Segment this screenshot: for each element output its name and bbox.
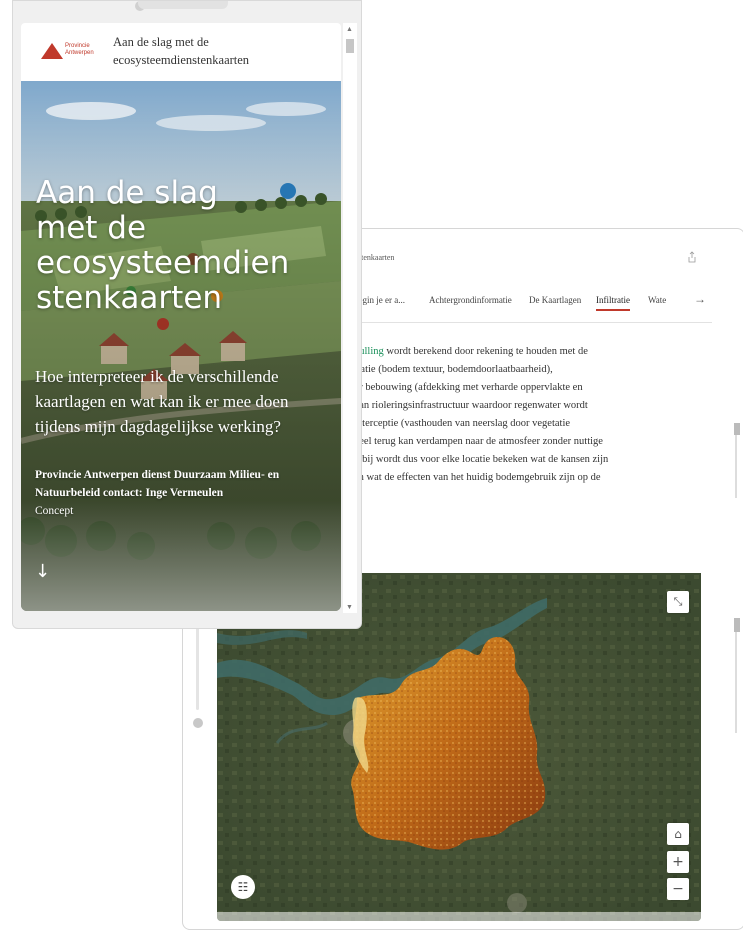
story-header-mobile: Provincie Antwerpen Aan de slag met de e… xyxy=(21,23,341,81)
story-window-mobile: Provincie Antwerpen Aan de slag met de e… xyxy=(12,0,362,629)
story-text-body: vulling wordt berekend door rekening te … xyxy=(352,323,707,568)
logo-text: Provincie Antwerpen xyxy=(65,43,94,56)
share-icon[interactable] xyxy=(687,251,697,263)
mobile-scrollbar-thumb[interactable] xyxy=(346,39,354,53)
body-line: en wat de effecten van het huidig bodemg… xyxy=(354,472,601,483)
text-scrollbar-track[interactable] xyxy=(735,428,737,498)
zoom-out-button[interactable]: − xyxy=(667,878,689,900)
map-scrollbar-track[interactable] xyxy=(735,623,737,733)
body-line: erbij wordt dus voor elke locatie bekeke… xyxy=(354,454,609,465)
cover-subtitle: Hoe interpreteer ik de verschillende kaa… xyxy=(35,367,289,436)
body-line: van rioleringsinfrastructuur waardoor re… xyxy=(354,400,588,411)
cover-title: Aan de slag met de ecosysteemdien stenka… xyxy=(36,175,290,316)
text-scrollbar-thumb[interactable] xyxy=(734,423,740,435)
tab-achtergrondinformatie[interactable]: Achtergrondinformatie xyxy=(429,295,512,305)
nav-next-arrow[interactable]: → xyxy=(694,292,706,307)
cover-concept: Concept xyxy=(35,505,74,517)
story-section-nav: begin je er a... Achtergrondinformatie D… xyxy=(352,280,712,323)
body-line: vulling wordt berekend door rekening te … xyxy=(354,346,588,357)
legend-icon[interactable]: ☷ xyxy=(231,875,255,899)
map-attribution-bar xyxy=(217,912,701,921)
cover-illustration xyxy=(21,81,341,611)
map-scrollbar-thumb[interactable] xyxy=(734,618,740,632)
tab-infiltratie[interactable]: Infiltratie xyxy=(596,295,630,311)
story-cover: Aan de slag met de ecosysteemdien stenka… xyxy=(21,81,341,611)
scroll-up-arrow[interactable]: ▲ xyxy=(346,25,353,33)
scroll-down-icon[interactable]: ↓ xyxy=(35,561,50,582)
scroll-down-arrow[interactable]: ▼ xyxy=(346,603,353,611)
mobile-scrollbar[interactable]: ▲ ▼ xyxy=(343,23,357,613)
zoom-in-button[interactable]: + xyxy=(667,851,689,873)
body-line: interceptie (vasthouden van neerslag doo… xyxy=(354,418,571,429)
provincie-antwerpen-logo xyxy=(41,43,63,59)
body-line: tratie (bodem textuur, bodemdoorlaatbaar… xyxy=(354,364,553,375)
body-line: deel terug kan verdampen naar de atmosfe… xyxy=(354,436,603,447)
expand-map-icon[interactable]: ⤡ xyxy=(667,591,689,613)
window-drag-handle[interactable] xyxy=(138,1,228,9)
body-line: or bebouwing (afdekking met verharde opp… xyxy=(354,382,583,393)
tab-water[interactable]: Wate xyxy=(648,295,666,305)
story-header: nstenkaarten xyxy=(352,238,707,281)
home-icon[interactable]: ⌂ xyxy=(667,823,689,845)
tab-de-kaartlagen[interactable]: De Kaartlagen xyxy=(529,295,581,305)
story-header-title-mobile: Aan de slag met de ecosysteemdienstenkaa… xyxy=(113,35,250,67)
cover-byline: Provincie Antwerpen dienst Duurzaam Mili… xyxy=(35,469,280,499)
